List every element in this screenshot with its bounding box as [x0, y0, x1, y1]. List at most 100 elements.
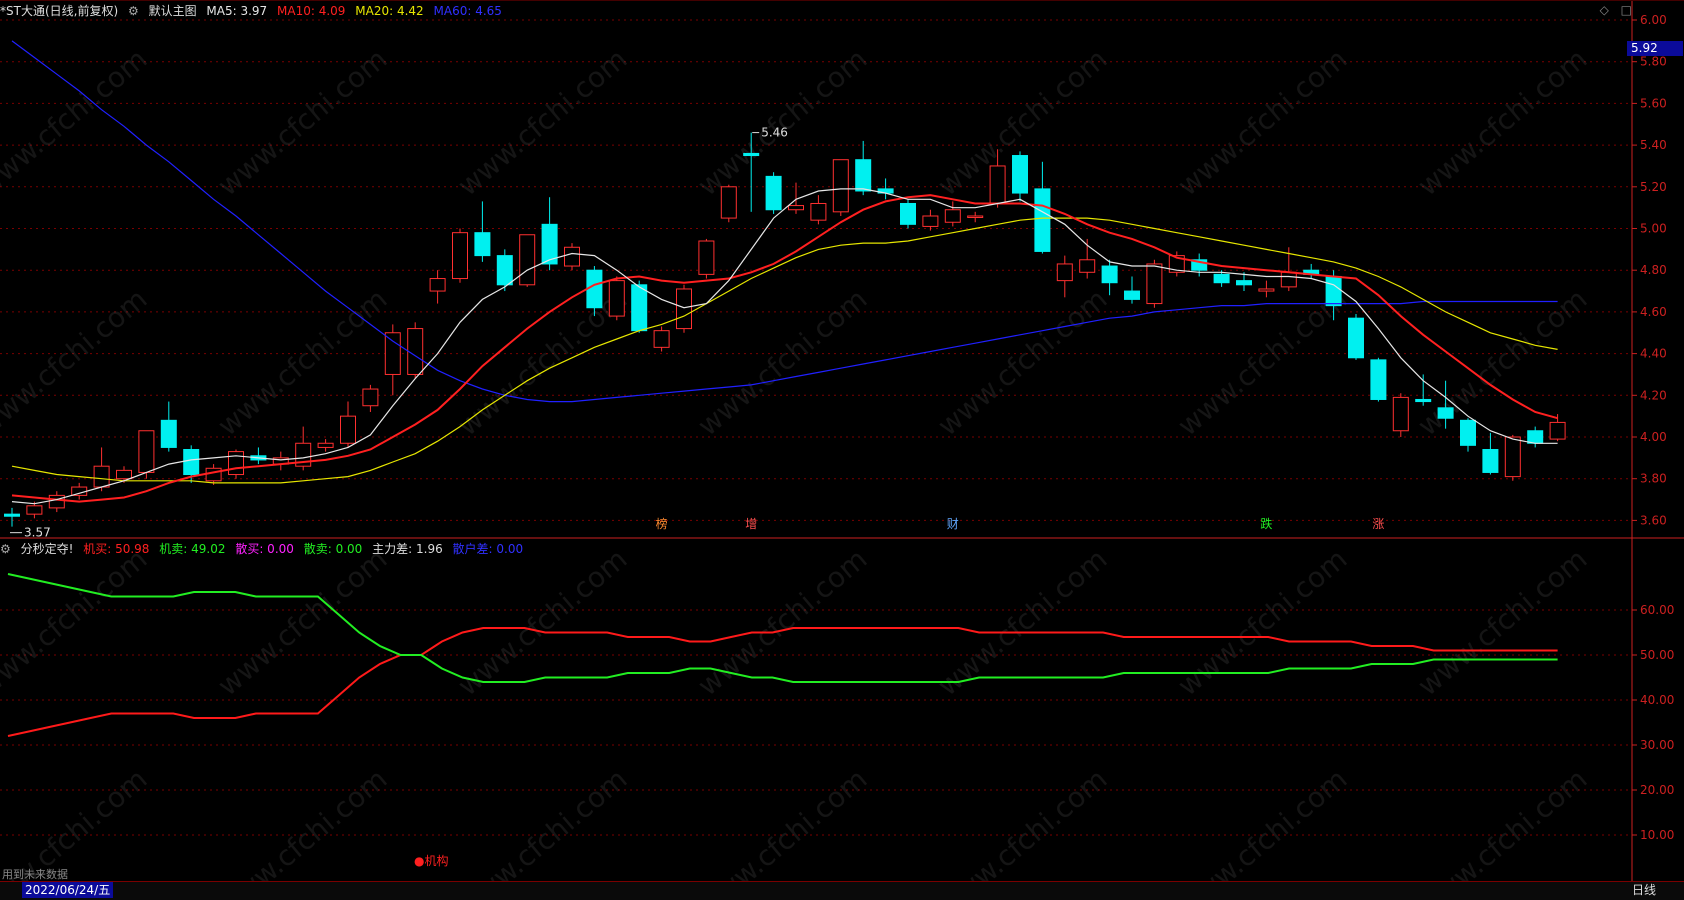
candle-body [1482, 449, 1499, 473]
candle-body [653, 330, 670, 348]
candle-body [1325, 275, 1342, 307]
candle-body [1549, 421, 1566, 440]
candle-body [989, 165, 1006, 204]
high-price-label: 5.46 [761, 126, 788, 140]
candle-body [944, 209, 961, 223]
candle-body [116, 469, 132, 480]
candle-body [317, 442, 334, 448]
y-tick-label: 5.20 [1640, 180, 1667, 194]
settings-icon[interactable]: ⚙ [128, 4, 139, 18]
candle-body [1415, 398, 1432, 403]
watermark-text: www.cfchi.com [691, 542, 873, 702]
candle-body [1056, 263, 1073, 282]
main-chart-label[interactable]: 默认主图 [149, 4, 197, 18]
candle-body [564, 246, 580, 267]
y-tick-label: 40.00 [1640, 693, 1674, 707]
retail-diff-label: 散户差: 0.00 [452, 542, 524, 556]
watermark-text: www.cfchi.com [451, 762, 633, 899]
y-tick-label: 6.00 [1640, 13, 1667, 27]
candle-body [93, 465, 110, 488]
watermark-text: www.cfchi.com [0, 42, 153, 202]
candle-body [228, 451, 244, 476]
event-marker: 财 [947, 517, 959, 531]
candle-body [160, 419, 177, 448]
y-tick-label: 3.60 [1640, 513, 1667, 527]
watermark-text: www.cfchi.com [1171, 762, 1353, 899]
ma10-label: MA10: 4.09 [277, 4, 346, 18]
indicator-name[interactable]: 分秒定夺! [21, 542, 74, 556]
candle-body [1236, 280, 1252, 286]
legend-tag-text: 机构 [424, 854, 449, 868]
event-marker: 涨 [1372, 516, 1384, 531]
watermark-text: www.cfchi.com [451, 282, 633, 442]
candle-body [205, 467, 222, 482]
stock-title[interactable]: *ST大通(日线,前复权) [0, 4, 118, 18]
watermark-text: www.cfchi.com [1171, 542, 1353, 702]
ma60-label: MA60: 4.65 [433, 4, 502, 18]
watermark-text: www.cfchi.com [451, 42, 633, 202]
indicator-settings-icon[interactable]: ⚙ [0, 542, 11, 556]
watermark-text: www.cfchi.com [691, 762, 873, 899]
square-icon[interactable]: □ [1621, 3, 1632, 17]
time-axis-bar[interactable] [0, 881, 1684, 900]
watermark-text: www.cfchi.com [0, 542, 153, 702]
y-tick-label: 5.60 [1640, 96, 1667, 110]
main-diff-label: 主力差: 1.96 [372, 542, 443, 556]
y-tick-label: 5.00 [1640, 222, 1667, 236]
y-tick-label: 5.40 [1640, 138, 1667, 152]
current-price-box: 5.92 [1627, 41, 1683, 56]
inst-sell-label: 机卖: 49.02 [159, 542, 226, 556]
toolbar-icons: ◇ □ [1592, 3, 1632, 17]
candle-body [586, 269, 603, 309]
watermark-text: www.cfchi.com [0, 282, 153, 442]
indicator-legend-tag: ●机构 [414, 854, 449, 868]
candle-body [474, 232, 491, 257]
watermark-text: www.cfchi.com [211, 42, 393, 202]
candle-body [1280, 271, 1297, 288]
candle-body [765, 175, 782, 211]
candle-body [832, 159, 849, 213]
candle-body [608, 280, 625, 317]
candle-body [183, 449, 200, 476]
chart-canvas[interactable]: 6.00 5.80 5.60 5.40 5.20 5.00 4.80 4.60 4.40 4.20… [0, 0, 1684, 899]
y-tick-label: 60.00 [1640, 603, 1674, 617]
candle-body [743, 152, 760, 157]
candle-body [48, 494, 65, 509]
candle-body [340, 415, 356, 444]
retail-buy-label: 散买: 0.00 [235, 542, 294, 556]
candle-body [4, 513, 20, 517]
candle-body [452, 232, 468, 280]
y-tick-label: 4.40 [1640, 347, 1667, 361]
y-tick-label: 4.00 [1640, 430, 1667, 444]
watermark-text: www.cfchi.com [1171, 282, 1353, 442]
ma20-label: MA20: 4.42 [355, 4, 424, 18]
candle-body [1437, 407, 1454, 419]
y-tick-label: 50.00 [1640, 648, 1674, 662]
y-tick-label: 10.00 [1640, 828, 1674, 842]
event-marker: 跌 [1260, 516, 1272, 531]
legend-dot-icon: ● [414, 854, 425, 868]
period-label[interactable]: 日线 [1632, 882, 1656, 898]
y-tick-label: 3.80 [1640, 472, 1667, 486]
candle-body [138, 430, 155, 473]
event-marker: 增 [745, 517, 757, 531]
watermark-text: www.cfchi.com [1411, 542, 1593, 702]
indicator-header: ⚙ 分秒定夺! 机买: 50.98 机卖: 49.02 散买: 0.00 散卖:… [0, 540, 529, 556]
cursor-date-box: 2022/06/24/五 [22, 882, 114, 898]
candle-body [384, 332, 401, 375]
ma5-label: MA5: 3.97 [206, 4, 268, 18]
candle-body [676, 288, 692, 330]
watermark-text: www.cfchi.com [691, 282, 873, 442]
watermark-text: www.cfchi.com [931, 762, 1113, 899]
diamond-icon[interactable]: ◇ [1600, 3, 1609, 17]
candle-body [26, 505, 43, 515]
y-tick-label: 4.60 [1640, 305, 1667, 319]
watermark-text: www.cfchi.com [1411, 42, 1593, 202]
candle-body [1258, 288, 1275, 292]
candle-body [855, 159, 872, 192]
candle-body [1348, 317, 1364, 359]
candle-body [1370, 359, 1387, 400]
candle-body [1146, 263, 1163, 305]
candle-body [1034, 188, 1051, 252]
watermark-text: www.cfchi.com [211, 542, 393, 702]
